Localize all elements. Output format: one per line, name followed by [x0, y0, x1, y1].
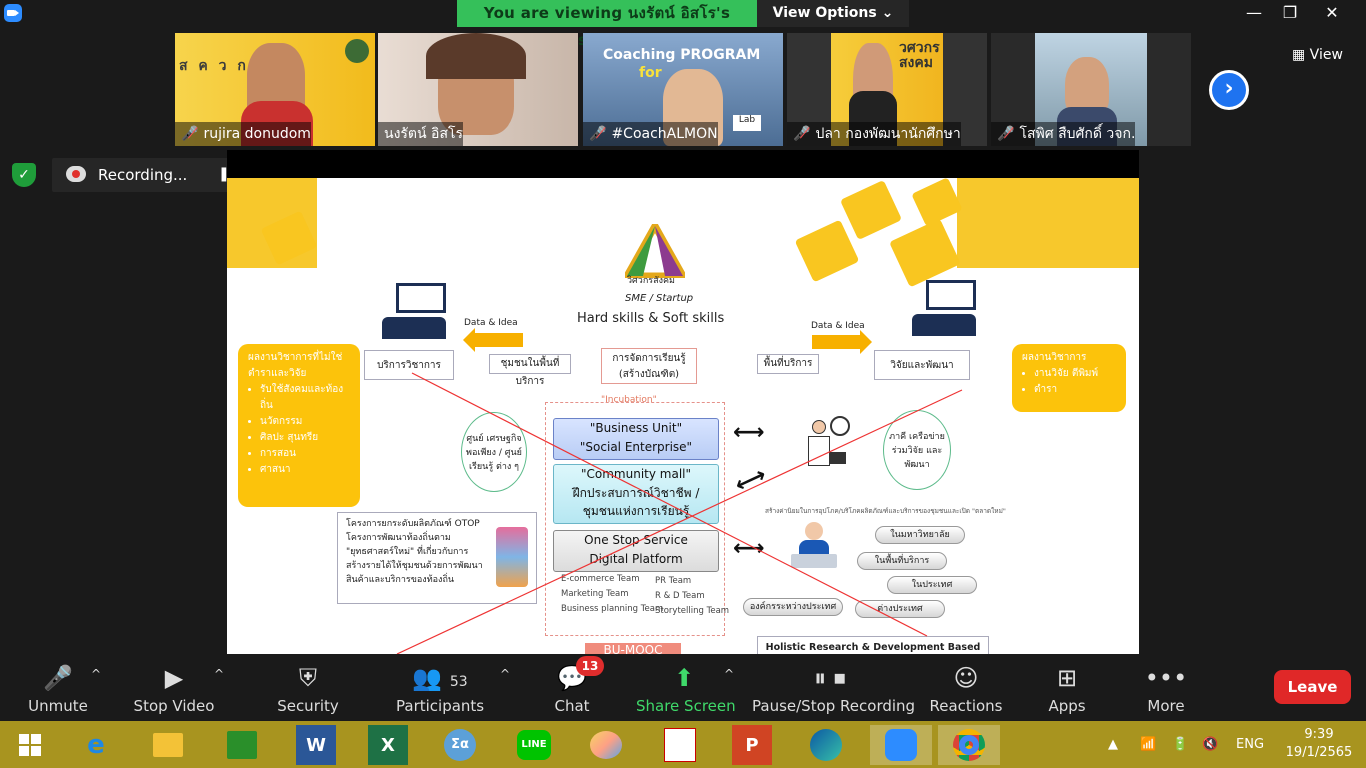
security-shield-icon: ✓: [12, 163, 36, 187]
view-options-button[interactable]: View Options ⌄: [757, 0, 909, 27]
participant-video[interactable]: 🎤̸ โสพิศ สืบศักดิ์ วจก.: [991, 33, 1191, 146]
more-dots-icon: •••: [1144, 664, 1188, 692]
participant-video[interactable]: นงรัตน์ อิสโร: [378, 33, 578, 146]
shared-screen-header: [227, 150, 1139, 178]
participant-video[interactable]: ส ค ว ก ม 🎤̸ rujira donudom: [175, 33, 375, 146]
battery-icon[interactable]: 🔋: [1172, 721, 1188, 768]
word-icon[interactable]: W: [296, 725, 336, 765]
zoom-meeting-window: You are viewing นงรัตน์ อิสโร's screen V…: [0, 0, 1366, 768]
chrome-icon[interactable]: [938, 725, 1000, 765]
participant-name: นงรัตน์ อิสโร: [378, 122, 464, 146]
participant-hair: [426, 33, 526, 79]
participants-options-caret[interactable]: ^: [500, 667, 510, 681]
restore-button[interactable]: ❐: [1272, 2, 1308, 24]
pause-stop-icon: ⏸ ⏹: [814, 664, 846, 692]
participants-button[interactable]: 👥 53 Participants: [396, 655, 484, 721]
video-options-caret[interactable]: ^: [214, 667, 224, 681]
shield-icon: ⛨: [299, 664, 317, 692]
participant-name: 🎤̸ #CoachALMON: [583, 122, 718, 146]
excel-icon[interactable]: X: [368, 725, 408, 765]
pause-stop-recording-button[interactable]: ⏸ ⏹ Pause/Stop Recording: [752, 655, 915, 721]
line-icon[interactable]: LINE: [514, 725, 554, 765]
powerpoint-icon[interactable]: P: [732, 725, 772, 765]
store-icon[interactable]: [222, 725, 262, 765]
lab-logo: Lab: [733, 115, 761, 131]
next-page-button[interactable]: ›: [1209, 70, 1249, 110]
close-button[interactable]: ✕: [1314, 2, 1350, 24]
security-button[interactable]: ⛨ Security: [274, 655, 342, 721]
lisrel-icon[interactable]: [660, 725, 700, 765]
mic-muted-icon: 🎤̸: [793, 126, 811, 142]
shared-slide[interactable]: วิศวกรสังคม SME / Startup Hard skills & …: [227, 178, 1139, 654]
windows-taskbar: e W X Σα LINE P ▲ 📶 🔋 🔇 ENG 9:39 19/1/25…: [0, 721, 1366, 768]
paint-icon[interactable]: [586, 725, 626, 765]
cloud-record-icon: [66, 166, 86, 182]
taskbar-clock[interactable]: 9:39 19/1/2565: [1284, 726, 1354, 762]
participants-count: 53: [449, 674, 468, 690]
participant-video[interactable]: วศวกร สงคม 🎤̸ ปลา กองพัฒนานักศึกษา: [787, 33, 987, 146]
coaching-for-text: for: [639, 65, 662, 81]
brand-logo: วศวกร สงคม: [899, 40, 940, 71]
coaching-text: Coaching PROGRAM: [603, 47, 761, 63]
windows-start-icon[interactable]: [10, 725, 50, 765]
minimize-button[interactable]: —: [1236, 2, 1272, 24]
participant-name: 🎤̸ ปลา กองพัฒนานักศึกษา: [787, 122, 961, 146]
language-indicator[interactable]: ENG: [1236, 721, 1264, 768]
share-options-caret[interactable]: ^: [724, 667, 734, 681]
participant-name: 🎤̸ rujira donudom: [175, 122, 311, 146]
zoom-taskbar-icon[interactable]: [870, 725, 932, 765]
network-signal-icon[interactable]: 📶: [1140, 721, 1156, 768]
edge-icon[interactable]: [806, 725, 846, 765]
share-screen-button[interactable]: ⬆ Share Screen: [636, 655, 736, 721]
zoom-logo-icon: [4, 4, 22, 22]
mic-muted-icon: 🎤̸: [181, 126, 199, 142]
share-screen-icon: ⬆: [673, 664, 695, 692]
mic-muted-icon: 🎤̸: [997, 126, 1015, 142]
apps-icon: ⊞: [1056, 664, 1078, 692]
gallery-view-button[interactable]: ▦ View: [1292, 42, 1354, 68]
leave-button[interactable]: Leave: [1274, 670, 1351, 704]
volume-muted-icon[interactable]: 🔇: [1202, 721, 1218, 768]
stop-video-button[interactable]: ▶ Stop Video: [132, 655, 216, 721]
university-seal-icon: [345, 39, 369, 63]
smiley-icon: ☺: [953, 664, 979, 692]
file-explorer-icon[interactable]: [148, 725, 188, 765]
participant-name: 🎤̸ โสพิศ สืบศักดิ์ วจก.: [991, 122, 1136, 146]
internet-explorer-icon[interactable]: e: [76, 725, 116, 765]
video-camera-icon: ▶: [164, 664, 184, 692]
mic-muted-icon: 🎤̸: [589, 126, 607, 142]
participant-video[interactable]: Coaching PROGRAM for Lab 🎤̸ #CoachALMON: [583, 33, 783, 146]
more-button[interactable]: ••• More: [1140, 655, 1192, 721]
unmute-button[interactable]: 🎤 Unmute: [20, 655, 96, 721]
meeting-toolbar: 🎤 Unmute ^ ▶ Stop Video ^ ⛨ Security 👥 5…: [0, 655, 1366, 721]
chat-unread-badge: 13: [576, 656, 604, 676]
reactions-button[interactable]: ☺ Reactions: [928, 655, 1004, 721]
viewing-banner: You are viewing นงรัตน์ อิสโร's screen: [457, 0, 757, 49]
mic-muted-icon: 🎤: [43, 664, 73, 692]
participants-icon: 👥 53: [412, 664, 468, 692]
recording-label: Recording...: [98, 166, 188, 184]
math-input-icon[interactable]: Σα: [440, 725, 480, 765]
audio-options-caret[interactable]: ^: [91, 667, 101, 681]
tray-expand-icon[interactable]: ▲: [1108, 721, 1118, 768]
title-bar: You are viewing นงรัตน์ อิสโร's screen V…: [0, 0, 1366, 49]
pen-annotation: [396, 372, 963, 654]
apps-button[interactable]: ⊞ Apps: [1040, 655, 1094, 721]
